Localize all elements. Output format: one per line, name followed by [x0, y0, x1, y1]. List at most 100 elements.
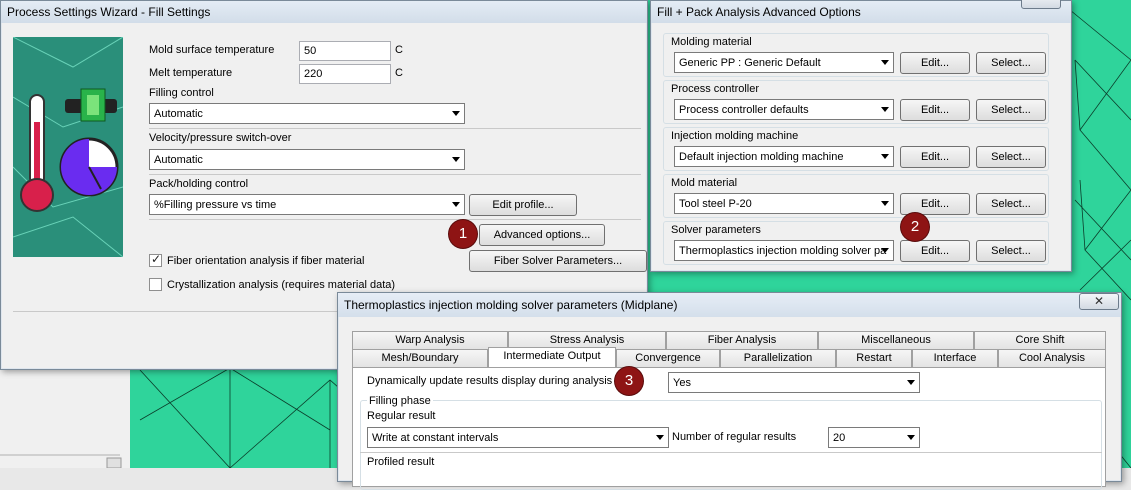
- fiber-solver-params-button[interactable]: Fiber Solver Parameters...: [469, 250, 647, 272]
- tab-core-shift[interactable]: Core Shift: [974, 331, 1106, 349]
- tab-convergence[interactable]: Convergence: [616, 349, 720, 367]
- vp-switchover-value: Automatic: [154, 154, 203, 166]
- chevron-down-icon: [881, 201, 889, 206]
- solver-parameters-window: Thermoplastics injection molding solver …: [337, 292, 1122, 490]
- mold-material-select-button[interactable]: Select...: [976, 193, 1046, 215]
- process-controller-label: Process controller: [671, 83, 760, 95]
- molding-material-value: Generic PP : Generic Default: [679, 57, 821, 69]
- tab-mesh-boundary[interactable]: Mesh/Boundary: [352, 349, 488, 367]
- melt-temp-label: Melt temperature: [149, 67, 233, 79]
- regular-result-select[interactable]: Write at constant intervals: [367, 427, 669, 448]
- molding-material-group: Molding material Generic PP : Generic De…: [663, 33, 1049, 77]
- process-controller-select-button[interactable]: Select...: [976, 99, 1046, 121]
- injection-machine-group: Injection molding machine Default inject…: [663, 127, 1049, 171]
- tab-fiber-analysis[interactable]: Fiber Analysis: [666, 331, 818, 349]
- filling-control-label: Filling control: [149, 87, 214, 99]
- chevron-down-icon: [881, 107, 889, 112]
- regular-results-count-select[interactable]: 20: [828, 427, 920, 448]
- crystallization-label: Crystallization analysis (requires mater…: [167, 279, 396, 291]
- molding-material-edit-button[interactable]: Edit...: [900, 52, 970, 74]
- fiber-orientation-label: Fiber orientation analysis if fiber mate…: [167, 255, 365, 267]
- advanced-options-button[interactable]: Advanced options...: [479, 224, 605, 246]
- injection-machine-edit-button[interactable]: Edit...: [900, 146, 970, 168]
- molding-material-select-button[interactable]: Select...: [976, 52, 1046, 74]
- fill-settings-illustration: [13, 37, 123, 257]
- solver-title: Thermoplastics injection molding solver …: [338, 293, 1121, 317]
- mold-surface-temp-input[interactable]: 50: [299, 41, 391, 61]
- solver-parameters-group: Solver parameters Thermoplastics injecti…: [663, 221, 1049, 265]
- profiled-result-label: Profiled result: [367, 456, 435, 468]
- advanced-title: Fill + Pack Analysis Advanced Options: [651, 1, 1071, 23]
- process-controller-edit-button[interactable]: Edit...: [900, 99, 970, 121]
- molding-material-select[interactable]: Generic PP : Generic Default: [674, 52, 894, 73]
- tab-restart[interactable]: Restart: [836, 349, 912, 367]
- solver-parameters-select-button[interactable]: Select...: [976, 240, 1046, 262]
- close-icon: ✕: [1093, 294, 1105, 308]
- vp-switchover-select[interactable]: Automatic: [149, 149, 465, 170]
- regular-results-count-value: 20: [833, 432, 846, 444]
- tab-intermediate-output[interactable]: Intermediate Output: [488, 347, 616, 367]
- chevron-down-icon: [452, 157, 460, 162]
- chevron-down-icon: [881, 154, 889, 159]
- filling-control-select[interactable]: Automatic: [149, 103, 465, 124]
- chevron-down-icon: [656, 435, 664, 440]
- process-controller-select[interactable]: Process controller defaults: [674, 99, 894, 120]
- process-controller-value: Process controller defaults: [679, 104, 809, 116]
- injection-machine-select-button[interactable]: Select...: [976, 146, 1046, 168]
- chevron-down-icon: [907, 380, 915, 385]
- vp-switchover-label: Velocity/pressure switch-over: [149, 132, 292, 144]
- injection-machine-select[interactable]: Default injection molding machine: [674, 146, 894, 167]
- chevron-down-icon: [907, 435, 915, 440]
- solver-parameters-select[interactable]: Thermoplastics injection molding solver …: [674, 240, 894, 261]
- dynamic-update-select[interactable]: Yes: [668, 372, 920, 393]
- advanced-options-window: Fill + Pack Analysis Advanced Options Mo…: [650, 0, 1072, 272]
- filling-control-value: Automatic: [154, 108, 203, 120]
- checkmark-icon: ✓: [151, 252, 162, 266]
- close-button[interactable]: [1021, 0, 1061, 9]
- regular-result-value: Write at constant intervals: [372, 432, 499, 444]
- tab-cool-analysis[interactable]: Cool Analysis: [998, 349, 1106, 367]
- fiber-orientation-checkbox[interactable]: ✓: [149, 252, 162, 267]
- tab-warp-analysis[interactable]: Warp Analysis: [352, 331, 508, 349]
- tab-parallelization[interactable]: Parallelization: [720, 349, 836, 367]
- solver-parameters-value: Thermoplastics injection molding solver …: [679, 245, 887, 257]
- step-badge-3: 3: [615, 367, 643, 395]
- divider: [360, 452, 1102, 453]
- dynamic-update-label: Dynamically update results display durin…: [367, 375, 613, 387]
- pack-holding-select[interactable]: %Filling pressure vs time: [149, 194, 465, 215]
- divider: [149, 174, 641, 175]
- injection-machine-label: Injection molding machine: [671, 130, 799, 142]
- step-badge-1: 1: [449, 220, 477, 248]
- melt-temp-unit: C: [395, 67, 403, 79]
- mold-material-group: Mold material Tool steel P-20 Edit... Se…: [663, 174, 1049, 218]
- regular-results-count-label: Number of regular results: [672, 431, 797, 443]
- mold-surface-temp-unit: C: [395, 44, 403, 56]
- melt-temp-input[interactable]: 220: [299, 64, 391, 84]
- chevron-down-icon: [452, 111, 460, 116]
- chevron-down-icon: [881, 248, 889, 253]
- mold-material-edit-button[interactable]: Edit...: [900, 193, 970, 215]
- mold-material-select[interactable]: Tool steel P-20: [674, 193, 894, 214]
- divider: [149, 219, 641, 220]
- mold-material-label: Mold material: [671, 177, 738, 189]
- solver-parameters-edit-button[interactable]: Edit...: [900, 240, 970, 262]
- close-button[interactable]: ✕: [1079, 293, 1119, 310]
- chevron-down-icon: [452, 202, 460, 207]
- dynamic-update-value: Yes: [673, 377, 691, 389]
- tab-interface[interactable]: Interface: [912, 349, 998, 367]
- chevron-down-icon: [881, 60, 889, 65]
- pack-holding-label: Pack/holding control: [149, 178, 249, 190]
- tab-miscellaneous[interactable]: Miscellaneous: [818, 331, 974, 349]
- solver-parameters-label: Solver parameters: [671, 224, 761, 236]
- mold-material-value: Tool steel P-20: [679, 198, 752, 210]
- mold-surface-temp-label: Mold surface temperature: [149, 44, 275, 56]
- filling-phase-label: Filling phase: [367, 395, 433, 407]
- injection-machine-value: Default injection molding machine: [679, 151, 844, 163]
- wizard-title: Process Settings Wizard - Fill Settings: [1, 1, 647, 23]
- edit-profile-button[interactable]: Edit profile...: [469, 194, 577, 216]
- molding-material-label: Molding material: [671, 36, 752, 48]
- process-controller-group: Process controller Process controller de…: [663, 80, 1049, 124]
- regular-result-label: Regular result: [367, 410, 436, 422]
- crystallization-checkbox[interactable]: [149, 278, 162, 291]
- step-badge-2: 2: [901, 213, 929, 241]
